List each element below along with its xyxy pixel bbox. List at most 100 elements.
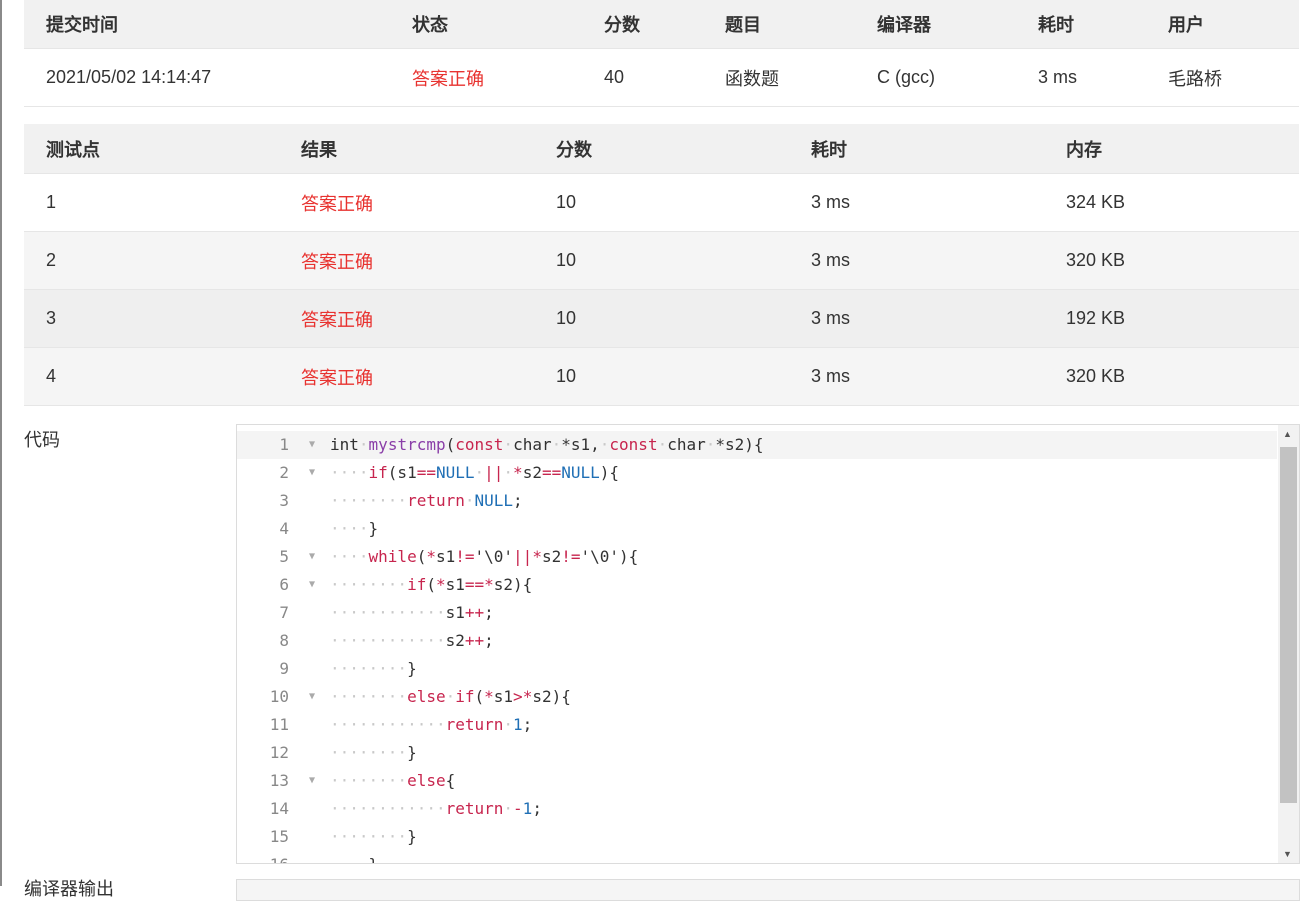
submission-table: 提交时间 状态 分数 题目 编译器 耗时 用户 2021/05/02 14:14… <box>24 0 1299 107</box>
header-result: 结果 <box>279 124 534 174</box>
case-result: 答案正确 <box>279 347 534 406</box>
code-line[interactable]: 1 ▼ int·mystrcmp(const·char·*s1,·const·cha… <box>237 431 1277 459</box>
case-id: 4 <box>24 347 279 406</box>
line-number: 9 <box>279 659 289 678</box>
submission-compiler: C (gcc) <box>855 48 1016 107</box>
code-line[interactable]: 15 ········} <box>237 823 1277 851</box>
code-line[interactable]: 9 ········} <box>237 655 1277 683</box>
table-row: 1 答案正确 10 3 ms 324 KB <box>24 173 1299 232</box>
header-score: 分数 <box>582 0 703 49</box>
case-result: 答案正确 <box>279 173 534 232</box>
code-line[interactable]: 13 ▼ ········else{ <box>237 767 1277 795</box>
code-line[interactable]: 4 ····} <box>237 515 1277 543</box>
line-number: 3 <box>279 491 289 510</box>
compiler-output-box <box>236 879 1300 901</box>
header-status: 状态 <box>390 0 582 49</box>
code-line[interactable]: 3 ········return·NULL; <box>237 487 1277 515</box>
line-number: 7 <box>279 603 289 622</box>
case-time: 3 ms <box>789 231 1044 290</box>
code-line[interactable]: 14 ············return·-1; <box>237 795 1277 823</box>
case-score: 10 <box>534 347 789 406</box>
submission-header-row: 提交时间 状态 分数 题目 编译器 耗时 用户 <box>24 0 1299 49</box>
case-score: 10 <box>534 289 789 348</box>
case-score: 10 <box>534 173 789 232</box>
header-submit-time: 提交时间 <box>24 0 390 49</box>
code-text: ····while(*s1!='\0'||*s2!='\0'){ <box>330 547 639 566</box>
case-result: 答案正确 <box>279 231 534 290</box>
code-text: ········else{ <box>330 771 456 790</box>
case-result: 答案正确 <box>279 289 534 348</box>
line-number: 1 <box>279 435 289 454</box>
header-case-score: 分数 <box>534 124 789 174</box>
fold-toggle-icon[interactable]: ▼ <box>309 767 315 795</box>
code-text: ········return·NULL; <box>330 491 523 510</box>
code-lines[interactable]: 1 ▼ int·mystrcmp(const·char·*s1,·const·cha… <box>237 431 1277 863</box>
testcase-table: 测试点 结果 分数 耗时 内存 1 答案正确 10 3 ms 324 KB 2 … <box>24 124 1299 406</box>
code-editor[interactable]: 1 ▼ int·mystrcmp(const·char·*s1,·const·cha… <box>236 424 1300 864</box>
case-id: 1 <box>24 173 279 232</box>
table-row: 2 答案正确 10 3 ms 320 KB <box>24 231 1299 290</box>
code-text: ············s1++; <box>330 603 494 622</box>
line-number: 16 <box>237 851 289 863</box>
fold-toggle-icon[interactable]: ▼ <box>309 543 315 571</box>
code-text: ········} <box>330 743 417 762</box>
submission-problem[interactable]: 函数题 <box>703 48 855 107</box>
code-line[interactable]: 11 ············return·1; <box>237 711 1277 739</box>
code-text: ····if(s1==NULL·||·*s2==NULL){ <box>330 463 620 482</box>
header-testcase: 测试点 <box>24 124 279 174</box>
case-time: 3 ms <box>789 347 1044 406</box>
header-user: 用户 <box>1146 0 1299 49</box>
case-time: 3 ms <box>789 289 1044 348</box>
line-number: 2 <box>279 463 289 482</box>
table-row: 3 答案正确 10 3 ms 192 KB <box>24 289 1299 348</box>
code-text: ············return·1; <box>330 715 533 734</box>
code-text: ············return·-1; <box>330 799 542 818</box>
code-line[interactable]: 16 ····} <box>237 851 1277 863</box>
code-text: ········} <box>330 659 417 678</box>
header-case-time: 耗时 <box>789 124 1044 174</box>
compiler-output-label: 编译器输出 <box>24 879 114 899</box>
case-id: 3 <box>24 289 279 348</box>
scroll-down-icon[interactable]: ▼ <box>1283 849 1292 859</box>
code-text: ········if(*s1==*s2){ <box>330 575 533 594</box>
left-border <box>0 0 2 886</box>
code-line[interactable]: 6 ▼ ········if(*s1==*s2){ <box>237 571 1277 599</box>
code-text: ····} <box>330 851 378 863</box>
submission-status[interactable]: 答案正确 <box>390 48 582 107</box>
testcase-header-row: 测试点 结果 分数 耗时 内存 <box>24 124 1299 174</box>
case-memory: 320 KB <box>1044 231 1299 290</box>
line-number: 5 <box>279 547 289 566</box>
code-text: ····} <box>330 519 379 538</box>
case-memory: 192 KB <box>1044 289 1299 348</box>
header-problem: 题目 <box>703 0 855 49</box>
code-line[interactable]: 2 ▼ ····if(s1==NULL·||·*s2==NULL){ <box>237 459 1277 487</box>
line-number: 15 <box>269 827 289 846</box>
header-elapsed: 耗时 <box>1016 0 1146 49</box>
code-line[interactable]: 10 ▼ ········else·if(*s1>*s2){ <box>237 683 1277 711</box>
code-text: ········else·if(*s1>*s2){ <box>330 687 571 706</box>
code-line[interactable]: 12 ········} <box>237 739 1277 767</box>
case-id: 2 <box>24 231 279 290</box>
line-number: 4 <box>279 519 289 538</box>
scrollbar-thumb[interactable] <box>1280 447 1297 803</box>
submission-user[interactable]: 毛路桥 <box>1146 48 1299 107</box>
line-number: 11 <box>269 715 289 734</box>
line-number: 12 <box>269 743 289 762</box>
header-memory: 内存 <box>1044 124 1299 174</box>
table-row: 4 答案正确 10 3 ms 320 KB <box>24 347 1299 406</box>
case-memory: 320 KB <box>1044 347 1299 406</box>
submission-time: 2021/05/02 14:14:47 <box>24 48 390 107</box>
submission-elapsed: 3 ms <box>1016 48 1146 107</box>
scroll-up-icon[interactable]: ▲ <box>1283 429 1292 439</box>
code-line[interactable]: 7 ············s1++; <box>237 599 1277 627</box>
code-line[interactable]: 8 ············s2++; <box>237 627 1277 655</box>
editor-scrollbar[interactable]: ▲ ▼ <box>1278 425 1299 863</box>
fold-toggle-icon[interactable]: ▼ <box>309 571 315 599</box>
fold-toggle-icon[interactable]: ▼ <box>309 459 315 487</box>
code-line[interactable]: 5 ▼ ····while(*s1!='\0'||*s2!='\0'){ <box>237 543 1277 571</box>
line-number: 10 <box>269 687 289 706</box>
code-label: 代码 <box>24 430 60 450</box>
fold-toggle-icon[interactable]: ▼ <box>309 683 315 711</box>
line-number: 6 <box>279 575 289 594</box>
fold-toggle-icon[interactable]: ▼ <box>309 431 315 459</box>
